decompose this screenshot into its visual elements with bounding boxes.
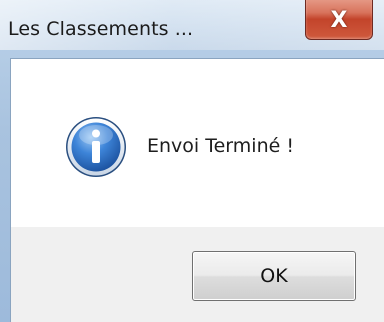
- info-icon: [66, 117, 126, 177]
- ok-button[interactable]: OK: [192, 251, 356, 301]
- dialog-window: Les Classements ... X Envoi Terminé ! OK: [0, 0, 384, 322]
- dialog-client-area: Envoi Terminé ! OK: [10, 58, 384, 322]
- close-icon: X: [330, 8, 348, 33]
- dialog-message: Envoi Terminé !: [147, 135, 294, 157]
- window-title: Les Classements ...: [8, 18, 194, 40]
- message-area: Envoi Terminé !: [11, 59, 384, 227]
- title-bar[interactable]: Les Classements ... X: [0, 0, 384, 50]
- ok-button-label: OK: [260, 265, 288, 287]
- close-button[interactable]: X: [305, 0, 373, 40]
